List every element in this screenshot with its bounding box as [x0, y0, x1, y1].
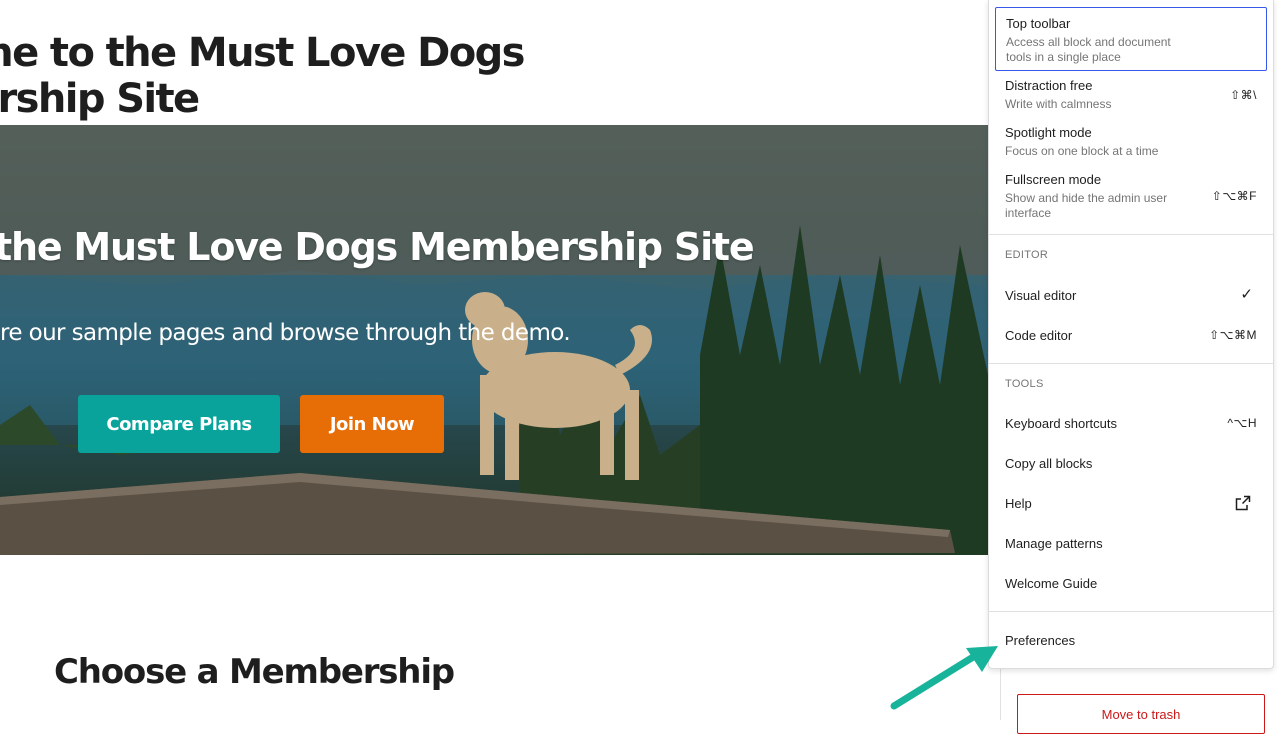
- hero-heading[interactable]: the Must Love Dogs Membership Site: [0, 225, 755, 269]
- menu-item-description: Show and hide the admin user interface: [1005, 191, 1168, 220]
- external-link-icon: [1235, 495, 1251, 511]
- move-to-trash-button[interactable]: Move to trash: [1017, 694, 1265, 734]
- menu-item-label: Visual editor: [1005, 288, 1077, 303]
- menu-item-distraction-free[interactable]: Distraction free Write with calmness ⇧⌘\: [995, 72, 1267, 116]
- menu-item-top-toolbar[interactable]: Top toolbar Access all block and documen…: [995, 7, 1267, 71]
- menu-item-label: Distraction free: [1005, 78, 1093, 93]
- menu-item-shortcut: ^⌥H: [1227, 416, 1257, 430]
- join-now-button[interactable]: Join Now: [300, 395, 444, 453]
- menu-item-code-editor[interactable]: Code editor ⇧⌥⌘M: [995, 318, 1267, 354]
- menu-item-description: Focus on one block at a time: [1005, 144, 1159, 158]
- menu-item-label: Manage patterns: [1005, 536, 1103, 551]
- menu-separator: [989, 234, 1273, 235]
- menu-item-keyboard-shortcuts[interactable]: Keyboard shortcuts ^⌥H: [995, 406, 1267, 442]
- menu-item-label: Fullscreen mode: [1005, 172, 1102, 187]
- menu-separator: [989, 611, 1273, 612]
- menu-item-label: Help: [1005, 496, 1032, 511]
- menu-item-preferences[interactable]: Preferences: [995, 623, 1267, 659]
- menu-item-label: Top toolbar: [1006, 16, 1071, 31]
- menu-item-description: Access all block and document tools in a…: [1006, 35, 1171, 64]
- menu-item-label: Preferences: [1005, 633, 1076, 648]
- menu-item-fullscreen-mode[interactable]: Fullscreen mode Show and hide the admin …: [995, 166, 1267, 226]
- menu-item-copy-all-blocks[interactable]: Copy all blocks: [995, 446, 1267, 482]
- menu-item-description: Write with calmness: [1005, 97, 1112, 111]
- menu-item-spotlight-mode[interactable]: Spotlight mode Focus on one block at a t…: [995, 119, 1267, 163]
- page-title[interactable]: me to the Must Love Dogs ership Site: [0, 30, 612, 122]
- editor-group-label: EDITOR: [1005, 249, 1049, 261]
- annotation-arrow-icon: [890, 646, 998, 710]
- hero-cover-block[interactable]: the Must Love Dogs Membership Site re ou…: [0, 125, 988, 555]
- checkmark-icon: ✓: [1240, 286, 1253, 303]
- menu-item-label: Copy all blocks: [1005, 456, 1093, 471]
- editor-canvas: me to the Must Love Dogs ership Site: [0, 0, 1000, 720]
- tools-group-label: TOOLS: [1005, 378, 1044, 390]
- choose-membership-heading[interactable]: Choose a Membership: [54, 652, 455, 692]
- menu-item-shortcut: ⇧⌘\: [1230, 88, 1257, 102]
- menu-item-shortcut: ⇧⌥⌘M: [1209, 328, 1257, 342]
- menu-item-welcome-guide[interactable]: Welcome Guide: [995, 566, 1267, 602]
- compare-plans-button[interactable]: Compare Plans: [78, 395, 280, 453]
- menu-item-label: Keyboard shortcuts: [1005, 416, 1118, 431]
- menu-item-label: Welcome Guide: [1005, 576, 1098, 591]
- menu-item-shortcut: ⇧⌥⌘F: [1211, 189, 1257, 203]
- menu-item-manage-patterns[interactable]: Manage patterns: [995, 526, 1267, 562]
- menu-item-help[interactable]: Help: [995, 486, 1267, 522]
- menu-item-label: Spotlight mode: [1005, 125, 1092, 140]
- menu-item-visual-editor[interactable]: Visual editor ✓: [995, 278, 1267, 314]
- options-dropdown-menu: Top toolbar Access all block and documen…: [988, 0, 1274, 669]
- hero-subtext[interactable]: re our sample pages and browse through t…: [0, 320, 571, 346]
- menu-item-label: Code editor: [1005, 328, 1073, 343]
- menu-separator: [989, 363, 1273, 364]
